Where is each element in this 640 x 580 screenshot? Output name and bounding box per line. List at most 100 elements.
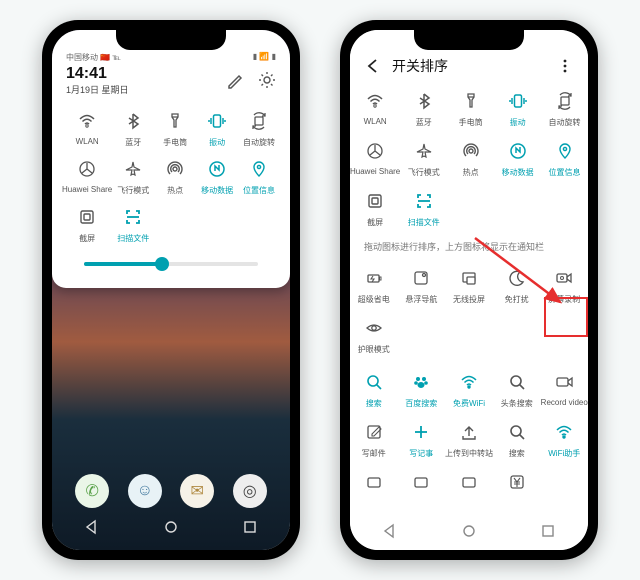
tile-autorotate[interactable]: 自动旋转	[238, 108, 280, 148]
tile-location[interactable]: 位置信息	[541, 138, 588, 178]
search-icon	[504, 369, 530, 395]
tile-note[interactable]: 写记事	[398, 419, 446, 459]
tile-airplane[interactable]: 飞行模式	[400, 138, 447, 178]
tile-label: 手电筒	[163, 137, 187, 148]
wifi-icon	[362, 88, 388, 114]
tile-upload[interactable]: 上传到中转站	[445, 419, 493, 459]
status-bar: 中国移动 🇨🇳 ℡ ▮ 📶 ▮	[62, 52, 280, 65]
tile-compose[interactable]: 写邮件	[350, 419, 398, 459]
nav-recent-icon[interactable]	[539, 522, 557, 540]
tile-mobiledata[interactable]: 移动数据	[196, 156, 238, 196]
more-icon[interactable]	[556, 57, 574, 75]
tile-label: 搜索	[366, 398, 382, 409]
tile-hotspot[interactable]: 热点	[447, 138, 494, 178]
tile-label: 手电筒	[459, 117, 483, 128]
tile-wifiassist[interactable]: WiFi助手	[541, 419, 589, 459]
tile-label: 位置信息	[243, 185, 275, 196]
tile-label: 截屏	[367, 217, 383, 228]
data-icon	[505, 138, 531, 164]
dock-contacts-app[interactable]: ☺	[128, 474, 162, 508]
edit-icon[interactable]	[226, 71, 244, 89]
upload-icon	[456, 419, 482, 445]
tile-recordvideo[interactable]: Record video	[541, 369, 589, 409]
tile-cast[interactable]: 无线投屏	[445, 265, 493, 305]
tile-vibrate[interactable]: 振动	[494, 88, 541, 128]
tile-bluetooth[interactable]: 蓝牙	[400, 88, 447, 128]
tile-flashlight[interactable]: 手电筒	[154, 108, 196, 148]
tile-autorotate[interactable]: 自动旋转	[541, 88, 588, 128]
floatnav-icon	[408, 265, 434, 291]
tile-misc3[interactable]	[445, 469, 493, 498]
tile-misc2[interactable]	[398, 469, 446, 498]
tile-label: 扫描文件	[117, 233, 149, 244]
tile-label: Huawei Share	[350, 167, 400, 176]
gear-icon[interactable]	[258, 71, 276, 89]
tile-location[interactable]: 位置信息	[238, 156, 280, 196]
tile-scanfile[interactable]: 扫描文件	[400, 188, 447, 228]
tile-mobiledata[interactable]: 移动数据	[494, 138, 541, 178]
tile-huaweishare[interactable]: Huawei Share	[350, 138, 400, 178]
video-icon	[551, 369, 577, 395]
tile-label: 移动数据	[201, 185, 233, 196]
wifi-icon	[74, 108, 100, 134]
tile-label: 头条搜索	[501, 398, 533, 409]
tile-bluetooth[interactable]: 蓝牙	[112, 108, 154, 148]
screenshot-icon	[362, 188, 388, 214]
tile-ultrasave[interactable]: 超级省电	[350, 265, 398, 305]
hotspot-icon	[458, 138, 484, 164]
tile-scanfile[interactable]: 扫描文件	[112, 204, 154, 244]
nav-home-icon[interactable]	[460, 522, 478, 540]
tile-label: 屏幕录制	[548, 294, 580, 305]
tile-screenrec[interactable]: 屏幕录制	[540, 265, 588, 305]
tile-label: WLAN	[364, 117, 387, 126]
nav-recent-icon[interactable]	[241, 518, 259, 536]
nav-home-icon[interactable]	[162, 518, 180, 536]
tile-eyecare[interactable]: 护眼模式	[350, 315, 398, 355]
cast-icon	[456, 265, 482, 291]
tile-label: 自动旋转	[243, 137, 275, 148]
tile-screenshot[interactable]: 截屏	[350, 188, 400, 228]
tile-search2[interactable]: 搜索	[493, 419, 541, 459]
vibrate-icon	[204, 108, 230, 134]
tile-vibrate[interactable]: 振动	[196, 108, 238, 148]
drag-hint: 拖动图标进行排序，上方图标将显示在通知栏	[350, 232, 588, 261]
tile-wlan[interactable]: WLAN	[62, 108, 112, 148]
tile-label: 超级省电	[358, 294, 390, 305]
tile-yuan[interactable]	[493, 469, 541, 498]
tile-headlines[interactable]: 头条搜索	[493, 369, 541, 409]
battery-icon	[361, 265, 387, 291]
tile-wlan[interactable]: WLAN	[350, 88, 400, 128]
tile-hotspot[interactable]: 热点	[154, 156, 196, 196]
tile-floatnav[interactable]: 悬浮导航	[398, 265, 446, 305]
brightness-slider[interactable]	[84, 262, 258, 266]
tile-huaweishare[interactable]: Huawei Share	[62, 156, 112, 196]
tile-search[interactable]: 搜索	[350, 369, 398, 409]
tile-airplane[interactable]: 飞行模式	[112, 156, 154, 196]
tile-label: 振动	[209, 137, 225, 148]
search-icon	[504, 419, 530, 445]
dock-phone-app[interactable]: ✆	[75, 474, 109, 508]
nav-back-icon[interactable]	[381, 522, 399, 540]
tile-freewifi[interactable]: 免费WiFi	[445, 369, 493, 409]
dock-messages-app[interactable]: ✉	[180, 474, 214, 508]
location-icon	[552, 138, 578, 164]
tile-misc1[interactable]	[350, 469, 398, 498]
tile-label: 悬浮导航	[405, 294, 437, 305]
wifi-icon	[551, 419, 577, 445]
back-icon[interactable]	[364, 57, 382, 75]
tile-label: 截屏	[79, 233, 95, 244]
tile-baidu[interactable]: 百度搜索	[398, 369, 446, 409]
nav-back-icon[interactable]	[83, 518, 101, 536]
dock-camera-app[interactable]: ◎	[233, 474, 267, 508]
tile-flashlight[interactable]: 手电筒	[447, 88, 494, 128]
tile-label: 写记事	[409, 448, 433, 459]
location-icon	[246, 156, 272, 182]
hotspot-icon	[162, 156, 188, 182]
nav-bar	[52, 514, 290, 540]
tile-dnd[interactable]: 免打扰	[493, 265, 541, 305]
share-icon	[362, 138, 388, 164]
tile-screenshot[interactable]: 截屏	[62, 204, 112, 244]
tile-label: 热点	[463, 167, 479, 178]
rotate-icon	[246, 108, 272, 134]
phone-left: 中国移动 🇨🇳 ℡ ▮ 📶 ▮ 14:41 1月19日 星期日 WLA	[42, 20, 300, 560]
